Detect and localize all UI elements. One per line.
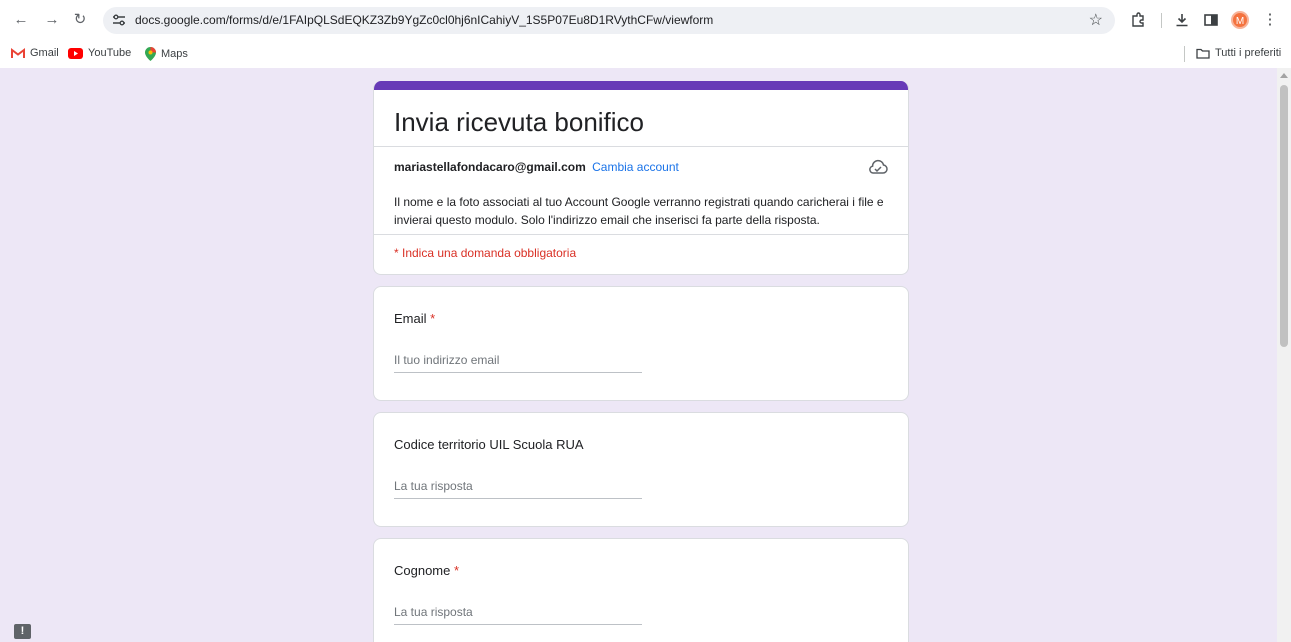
bookmark-label: YouTube xyxy=(88,47,132,59)
bookmark-label: Gmail xyxy=(30,47,59,59)
browser-toolbar: ← → ↻ docs.google.com/forms/d/e/1FAIpQLS… xyxy=(0,0,1291,40)
change-account-link[interactable]: Cambia account xyxy=(592,160,679,174)
url-text: docs.google.com/forms/d/e/1FAIpQLSdEQKZ3… xyxy=(135,13,714,27)
bookmark-gmail[interactable]: Gmail xyxy=(11,47,59,59)
all-bookmarks-label: Tutti i preferiti xyxy=(1215,47,1282,59)
youtube-icon xyxy=(68,47,83,59)
account-email: mariastellafondacaro@gmail.com xyxy=(394,160,586,174)
notice-divider xyxy=(374,234,908,235)
bookmark-label: Maps xyxy=(161,48,188,60)
theme-stripe xyxy=(374,81,908,90)
download-icon[interactable] xyxy=(1172,10,1192,30)
question-label: Email xyxy=(394,311,427,326)
profile-avatar[interactable]: M xyxy=(1231,11,1249,29)
privacy-notice: Il nome e la foto associati al tuo Accou… xyxy=(394,195,884,227)
question-title: Cognome * xyxy=(394,563,459,578)
title-divider xyxy=(374,146,908,147)
bookmark-maps[interactable]: Maps xyxy=(145,47,188,61)
extensions-icon[interactable] xyxy=(1128,10,1148,30)
reload-icon[interactable]: ↻ xyxy=(70,10,90,30)
address-bar[interactable]: docs.google.com/forms/d/e/1FAIpQLSdEQKZ3… xyxy=(103,7,1115,34)
report-feedback-icon[interactable]: ! xyxy=(14,624,31,639)
gmail-icon xyxy=(11,47,25,58)
all-bookmarks-folder[interactable]: Tutti i preferiti xyxy=(1196,47,1281,59)
cloud-saved-icon xyxy=(869,159,888,174)
territory-code-input[interactable]: La tua risposta xyxy=(394,479,642,499)
maps-icon xyxy=(145,47,156,61)
toolbar-separator xyxy=(1161,13,1162,28)
browser-menu-icon[interactable]: ⋮ xyxy=(1260,10,1280,30)
email-input[interactable]: Il tuo indirizzo email xyxy=(394,353,642,373)
question-label: Cognome xyxy=(394,563,451,578)
required-asterisk: * xyxy=(454,563,460,578)
question-email: Email * Il tuo indirizzo email xyxy=(373,286,909,401)
required-note: * Indica una domanda obbligatoria xyxy=(394,246,577,260)
page-scrollbar[interactable] xyxy=(1277,68,1291,642)
bookmark-star-icon[interactable]: ☆ xyxy=(1089,10,1103,30)
back-arrow-icon[interactable]: ← xyxy=(11,10,31,30)
bookmark-youtube[interactable]: YouTube xyxy=(68,47,131,59)
account-row: mariastellafondacaro@gmail.com Cambia ac… xyxy=(394,160,679,174)
scroll-up-arrow-icon[interactable] xyxy=(1280,73,1288,78)
scroll-thumb[interactable] xyxy=(1280,85,1288,347)
forward-arrow-icon[interactable]: → xyxy=(42,10,62,30)
question-title: Email * xyxy=(394,311,435,326)
site-settings-icon[interactable] xyxy=(111,12,127,28)
form-header-card: Invia ricevuta bonifico mariastellafonda… xyxy=(373,81,909,275)
required-asterisk: * xyxy=(430,311,436,326)
folder-icon xyxy=(1196,48,1210,59)
form-title: Invia ricevuta bonifico xyxy=(394,107,645,137)
question-surname: Cognome * La tua risposta xyxy=(373,538,909,642)
question-title: Codice territorio UIL Scuola RUA xyxy=(394,437,584,452)
side-panel-icon[interactable] xyxy=(1201,10,1221,30)
question-territory-code: Codice territorio UIL Scuola RUA La tua … xyxy=(373,412,909,527)
surname-input[interactable]: La tua risposta xyxy=(394,605,642,625)
bookmarks-separator xyxy=(1184,46,1185,62)
question-label: Codice territorio UIL Scuola RUA xyxy=(394,437,584,452)
form-page: Invia ricevuta bonifico mariastellafonda… xyxy=(0,68,1291,642)
bookmarks-bar: Gmail YouTube Maps Tutti i preferiti xyxy=(0,40,1291,68)
